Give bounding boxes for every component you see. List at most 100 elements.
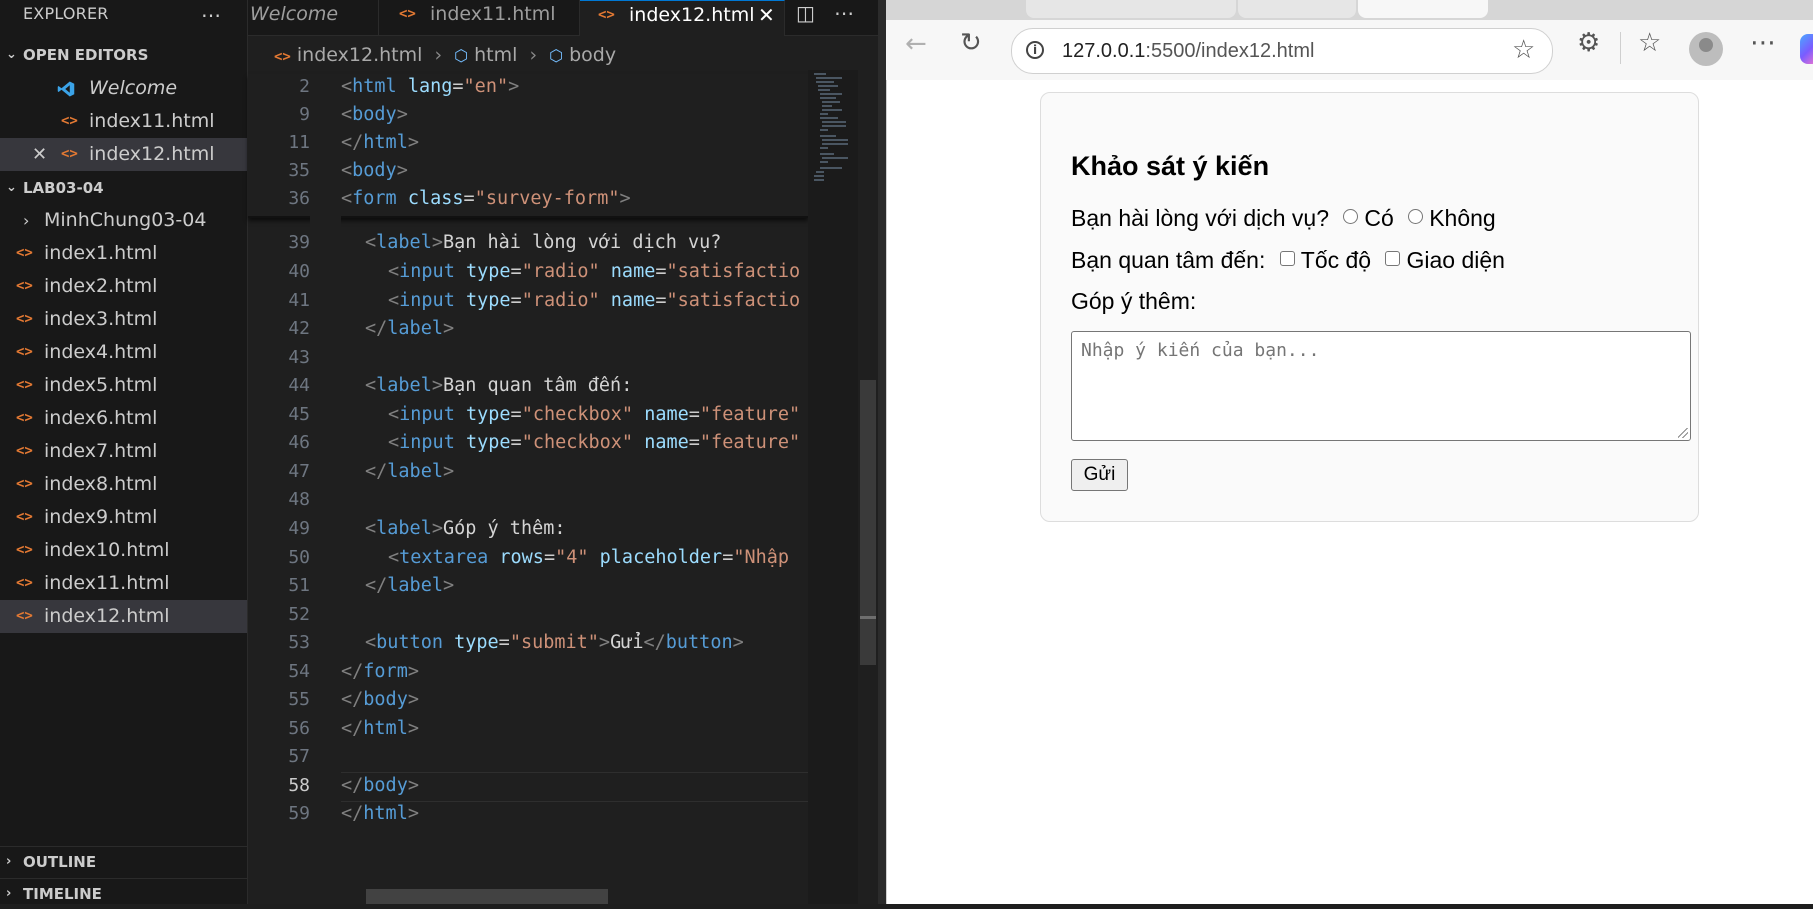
open-editor-welcome[interactable]: Welcome bbox=[0, 72, 247, 105]
line-number: 40 bbox=[288, 261, 310, 282]
profile-avatar[interactable] bbox=[1689, 32, 1723, 66]
browser-tab-active[interactable] bbox=[1358, 0, 1488, 18]
chevron-right-icon: › bbox=[6, 886, 12, 901]
site-info-icon[interactable]: i bbox=[1026, 41, 1044, 59]
breadcrumb-html[interactable]: html bbox=[474, 44, 517, 66]
code-line: <textarea rows="4" placeholder="Nhập bbox=[388, 547, 790, 568]
page-edge bbox=[886, 80, 897, 904]
url-text[interactable]: 127.0.0.1:5500/index12.html bbox=[1062, 29, 1314, 73]
checkbox-speed[interactable] bbox=[1279, 251, 1295, 266]
radio-no-label: Không bbox=[1429, 205, 1496, 231]
extensions-icon[interactable]: ⚙ bbox=[1577, 28, 1600, 58]
breadcrumb-body[interactable]: body bbox=[569, 44, 616, 66]
tab-welcome[interactable]: Welcome bbox=[248, 0, 379, 35]
resize-grip-icon[interactable] bbox=[1678, 428, 1688, 438]
chevron-down-icon: ⌄ bbox=[6, 180, 17, 195]
code-line: <button type="submit">Gửi</button> bbox=[365, 632, 744, 653]
outline-header[interactable]: › OUTLINE bbox=[0, 846, 247, 877]
survey-title: Khảo sát ý kiến bbox=[1071, 151, 1270, 181]
sticky-line[interactable]: <form class="survey-form"> bbox=[341, 188, 631, 209]
code-line: </html> bbox=[341, 718, 419, 739]
line-number: 51 bbox=[288, 575, 310, 596]
browser-tab[interactable] bbox=[1026, 0, 1236, 18]
split-editor-icon[interactable]: ◫ bbox=[796, 0, 815, 26]
reload-icon[interactable]: ↻ bbox=[960, 28, 982, 58]
url-host: 127.0.0.1 bbox=[1062, 40, 1146, 62]
file-item-active[interactable]: <> index12.html bbox=[0, 600, 247, 633]
tab-index11[interactable]: <> index11.html bbox=[379, 0, 580, 35]
file-label: index9.html bbox=[44, 506, 158, 528]
file-item[interactable]: <> index11.html bbox=[0, 567, 247, 600]
more-actions-icon[interactable]: … bbox=[201, 0, 221, 22]
more-options-icon[interactable]: ⋯ bbox=[1750, 28, 1776, 58]
browser-tab-strip bbox=[886, 0, 1813, 20]
close-icon[interactable]: ✕ bbox=[758, 1, 775, 29]
sticky-line[interactable]: </html> bbox=[341, 132, 419, 153]
line-number: 43 bbox=[288, 347, 310, 368]
copilot-icon[interactable] bbox=[1800, 34, 1813, 64]
checkbox-interface[interactable] bbox=[1385, 251, 1401, 266]
open-editor-index12[interactable]: ✕ <> index12.html bbox=[0, 138, 247, 171]
scroll-cursor-marker bbox=[860, 616, 876, 619]
folder-header[interactable]: ⌄ LAB03-04 bbox=[0, 173, 247, 203]
timeline-header[interactable]: › TIMELINE bbox=[0, 878, 247, 909]
checkbox-interface-label: Giao diện bbox=[1406, 247, 1505, 273]
breadcrumb: <> index12.html › ⬡ html › ⬡ body bbox=[248, 36, 808, 74]
code-line: </html> bbox=[341, 803, 419, 824]
open-editors-header[interactable]: ⌄ OPEN EDITORS bbox=[0, 40, 247, 70]
radio-yes[interactable] bbox=[1343, 209, 1359, 224]
file-item[interactable]: <> index8.html bbox=[0, 468, 247, 501]
file-label: index2.html bbox=[44, 275, 158, 297]
tab-label: index11.html bbox=[430, 3, 556, 25]
favorites-icon[interactable]: ☆ bbox=[1638, 28, 1661, 58]
file-item[interactable]: <> index7.html bbox=[0, 435, 247, 468]
sticky-line[interactable]: <body> bbox=[341, 104, 408, 125]
html-icon: <> bbox=[16, 410, 33, 426]
html-icon: <> bbox=[16, 509, 33, 525]
browser-tab[interactable] bbox=[1238, 0, 1356, 18]
file-item[interactable]: <> index10.html bbox=[0, 534, 247, 567]
radio-no[interactable] bbox=[1408, 209, 1424, 224]
file-item[interactable]: <> index1.html bbox=[0, 237, 247, 270]
line-number: 42 bbox=[288, 318, 310, 339]
back-icon[interactable]: ← bbox=[905, 29, 927, 59]
feedback-textarea[interactable]: Nhập ý kiến của bạn... bbox=[1071, 331, 1691, 441]
html-icon: <> bbox=[16, 476, 33, 492]
minimap[interactable] bbox=[808, 70, 858, 904]
chevron-down-icon: ⌄ bbox=[6, 47, 17, 62]
feedback-label: Góp ý thêm: bbox=[1071, 288, 1197, 314]
line-number: 44 bbox=[288, 375, 310, 396]
close-icon[interactable]: ✕ bbox=[32, 138, 47, 171]
open-editor-label: Welcome bbox=[89, 77, 178, 99]
tab-index12[interactable]: <> index12.html ✕ bbox=[580, 0, 785, 36]
file-item[interactable]: <> index9.html bbox=[0, 501, 247, 534]
favorite-star-icon[interactable]: ☆ bbox=[1512, 35, 1535, 65]
line-number: 57 bbox=[288, 746, 310, 767]
file-item[interactable]: <> index6.html bbox=[0, 402, 247, 435]
chevron-right-icon: › bbox=[529, 44, 538, 66]
vscode-icon bbox=[57, 81, 75, 97]
file-item[interactable]: <> index2.html bbox=[0, 270, 247, 303]
file-item[interactable]: <> index3.html bbox=[0, 303, 247, 336]
submit-button[interactable]: Gửi bbox=[1071, 459, 1128, 491]
line-number: 11 bbox=[288, 132, 310, 153]
window-divider[interactable] bbox=[878, 0, 886, 904]
more-actions-icon[interactable]: ⋯ bbox=[834, 0, 854, 26]
horizontal-scrollbar-thumb[interactable] bbox=[366, 889, 608, 904]
file-item[interactable]: <> index4.html bbox=[0, 336, 247, 369]
line-number: 35 bbox=[288, 160, 310, 181]
code-line[interactable]: </body> bbox=[341, 775, 419, 796]
line-number: 2 bbox=[299, 76, 310, 97]
folder-item-minhchung[interactable]: › MinhChung03-04 bbox=[0, 204, 247, 237]
sticky-line[interactable]: <html lang="en"> bbox=[341, 76, 519, 97]
sticky-line[interactable]: <body> bbox=[341, 160, 408, 181]
html-icon: <> bbox=[16, 278, 33, 294]
vertical-scrollbar-thumb[interactable] bbox=[860, 380, 876, 665]
open-editor-index11[interactable]: <> index11.html bbox=[0, 105, 247, 138]
breadcrumb-file[interactable]: index12.html bbox=[297, 44, 422, 66]
satisfaction-question: Bạn hài lòng với dịch vụ? Có Không bbox=[1071, 205, 1496, 232]
file-item[interactable]: <> index5.html bbox=[0, 369, 247, 402]
interest-question: Bạn quan tâm đến: Tốc độ Giao diện bbox=[1071, 247, 1505, 274]
address-bar[interactable]: i 127.0.0.1:5500/index12.html ☆ bbox=[1011, 28, 1553, 74]
file-label: index8.html bbox=[44, 473, 158, 495]
